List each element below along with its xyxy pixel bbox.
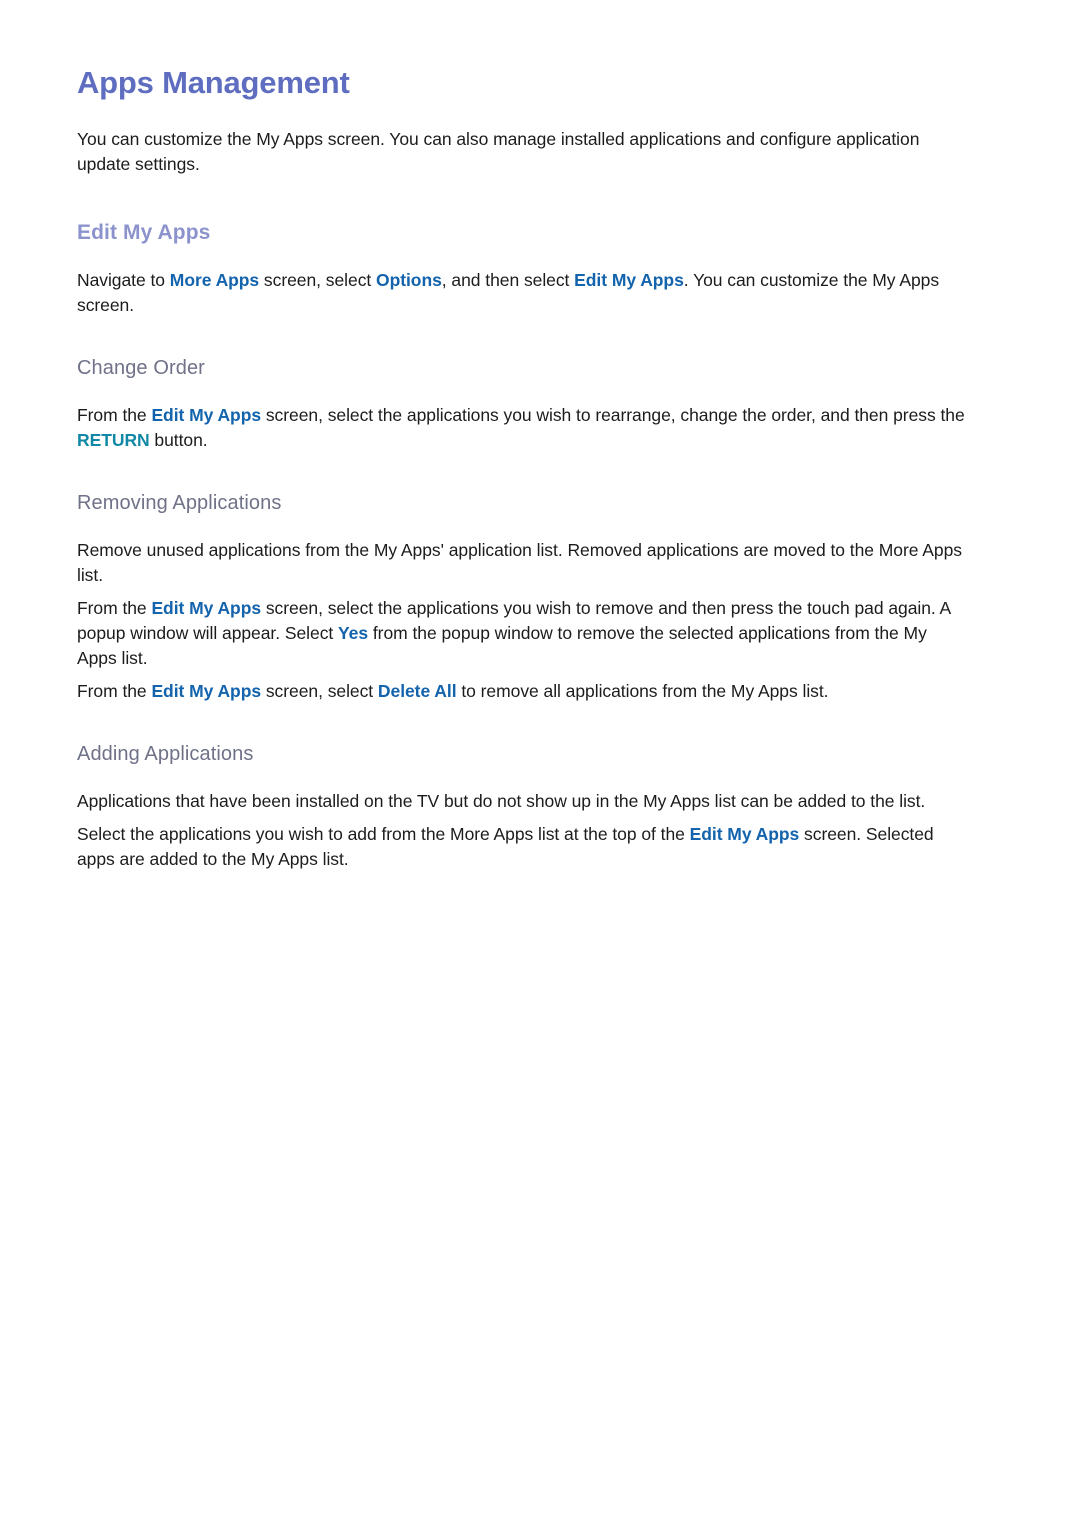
ui-reference-yes: Yes (338, 623, 369, 644)
section-change-order: Change Order From the Edit My Apps screen… (77, 318, 965, 453)
text-run: Select the applications you wish to add … (77, 824, 690, 845)
ui-reference-edit-my-apps: Edit My Apps (151, 405, 262, 426)
text-run: to remove all applications from the My A… (456, 681, 829, 702)
text-run: screen, select (259, 270, 377, 291)
text-run: From the (77, 405, 152, 426)
remote-key-return: RETURN (77, 430, 150, 451)
ui-reference-delete-all: Delete All (377, 681, 457, 702)
paragraph: Applications that have been installed on… (77, 767, 965, 814)
text-run: Navigate to (77, 270, 170, 291)
page-title: Apps Management (77, 65, 350, 100)
section-heading-removing-applications: Removing Applications (77, 492, 282, 515)
ui-reference-edit-my-apps: Edit My Apps (151, 598, 262, 619)
paragraph: From the Edit My Apps screen, select Del… (77, 671, 965, 704)
section-adding-applications: Adding Applications Applications that hav… (77, 704, 965, 872)
paragraph: From the Edit My Apps screen, select the… (77, 588, 965, 671)
ui-reference-edit-my-apps: Edit My Apps (574, 270, 684, 291)
sections-container: Edit My Apps Navigate to More Apps screen… (77, 177, 965, 872)
section-heading-edit-my-apps: Edit My Apps (77, 220, 211, 244)
text-run: From the (77, 598, 152, 619)
ui-reference-edit-my-apps: Edit My Apps (151, 681, 262, 702)
text-run: Applications that have been installed on… (77, 791, 926, 812)
paragraph: From the Edit My Apps screen, select the… (77, 381, 965, 453)
text-run: From the (77, 681, 152, 702)
intro-paragraph: You can customize the My Apps screen. Yo… (77, 128, 920, 174)
paragraph: Remove unused applications from the My A… (77, 516, 965, 588)
section-heading-change-order: Change Order (77, 357, 205, 380)
text-run: screen, select (261, 681, 378, 702)
ui-reference-more-apps: More Apps (169, 270, 260, 291)
document-page: Apps Management You can customize the My… (0, 0, 1080, 1527)
paragraph: Select the applications you wish to add … (77, 814, 965, 872)
text-run: Remove unused applications from the My A… (77, 540, 962, 586)
text-run: button. (149, 430, 208, 451)
ui-reference-edit-my-apps: Edit My Apps (689, 824, 800, 845)
text-run: screen, select the applications you wish… (261, 405, 965, 426)
section-heading-adding-applications: Adding Applications (77, 743, 254, 766)
ui-reference-options: Options (376, 270, 442, 291)
text-run: , and then select (441, 270, 575, 291)
paragraph: Navigate to More Apps screen, select Opt… (77, 246, 965, 318)
section-removing-applications: Removing Applications Remove unused appli… (77, 453, 965, 704)
section-edit-my-apps: Edit My Apps Navigate to More Apps screen… (77, 177, 965, 318)
